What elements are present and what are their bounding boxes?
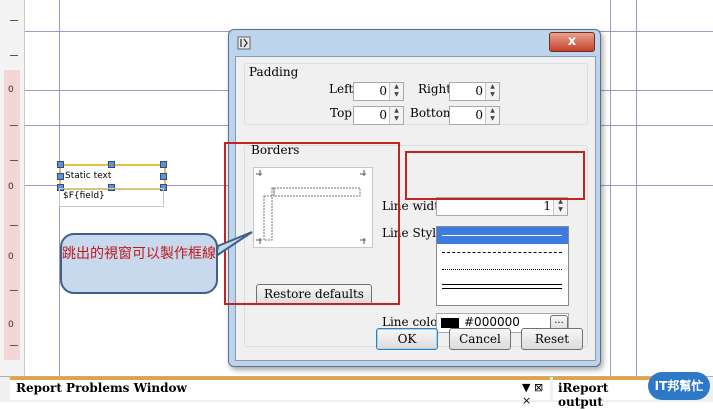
ruler-tick: [10, 20, 18, 21]
annotation-box-line-width: [405, 151, 585, 200]
ruler-tick: [10, 55, 18, 56]
annotation-box-borders: [224, 142, 400, 305]
field-element[interactable]: $F{field}: [59, 188, 164, 207]
resize-handle[interactable]: [160, 173, 167, 180]
padding-bottom-value: 0: [475, 108, 483, 122]
field-expression: $F{field}: [63, 191, 105, 201]
ireport-output-tab[interactable]: iReport output: [553, 377, 653, 409]
ok-button[interactable]: OK: [376, 328, 438, 350]
report-problems-title: Report Problems Window: [16, 381, 187, 395]
padding-left-label: Left: [329, 82, 354, 96]
padding-top-value: 0: [379, 108, 387, 122]
padding-right-label: Right: [418, 82, 452, 96]
spinner-arrows-icon[interactable]: ▲ ▼: [389, 107, 403, 124]
cancel-button[interactable]: Cancel: [449, 328, 511, 350]
reset-button[interactable]: Reset: [521, 328, 583, 350]
line-style-dashed[interactable]: [437, 244, 568, 261]
resize-handle[interactable]: [57, 161, 64, 168]
line-style-list[interactable]: [436, 226, 569, 306]
padding-top-spinner[interactable]: 0 ▲ ▼: [353, 106, 404, 125]
ruler-label: 0: [8, 182, 14, 192]
spinner-arrows-icon[interactable]: ▲ ▼: [485, 107, 499, 124]
line-style-solid[interactable]: [437, 227, 568, 244]
static-text-label: Static text: [65, 171, 112, 181]
color-swatch: [441, 318, 459, 328]
padding-bottom-label: Bottom: [410, 106, 455, 120]
ruler-tick: [10, 125, 18, 126]
panel-controls-icon[interactable]: ▼ ⊠ ×: [522, 381, 550, 407]
resize-handle[interactable]: [57, 173, 64, 180]
padding-top-label: Top: [330, 106, 352, 120]
line-color-label: Line color: [382, 315, 444, 329]
annotation-callout: 跳出的視窗可以製作框線: [60, 233, 218, 294]
spinner-arrows-icon[interactable]: ▲ ▼: [389, 83, 403, 100]
padding-right-value: 0: [475, 84, 483, 98]
grid-line: [610, 0, 611, 376]
close-button[interactable]: x: [549, 32, 595, 52]
line-style-dotted[interactable]: [437, 261, 568, 278]
padding-right-spinner[interactable]: 0 ▲ ▼: [449, 82, 500, 101]
padding-title: Padding: [249, 65, 299, 79]
ruler-label: 0: [8, 320, 14, 330]
spinner-arrows-icon[interactable]: ▲ ▼: [553, 198, 567, 215]
spinner-arrows-icon[interactable]: ▲ ▼: [485, 83, 499, 100]
ruler-label: 0: [8, 252, 14, 262]
padding-bottom-spinner[interactable]: 0 ▲ ▼: [449, 106, 500, 125]
itbang-watermark-logo: IT邦幫忙: [648, 372, 710, 400]
padding-left-value: 0: [379, 84, 387, 98]
ruler-tick: [10, 290, 18, 291]
ruler-highlight: [4, 70, 20, 360]
line-style-double[interactable]: [437, 278, 568, 295]
resize-handle[interactable]: [108, 161, 115, 168]
padding-left-spinner[interactable]: 0 ▲ ▼: [353, 82, 404, 101]
vertical-ruler: 0 0 0 0: [0, 0, 25, 376]
ruler-tick: [10, 345, 18, 346]
grid-line: [636, 0, 637, 376]
report-problems-tab[interactable]: Report Problems Window ▼ ⊠ ×: [10, 377, 550, 407]
ireport-output-title: iReport output: [558, 381, 609, 409]
ireport-app-icon: [237, 35, 251, 50]
ruler-tick: [10, 160, 18, 161]
ruler-tick: [10, 225, 18, 226]
resize-handle[interactable]: [160, 161, 167, 168]
line-color-value: #000000: [464, 315, 520, 329]
dialog-titlebar[interactable]: x: [229, 30, 600, 54]
line-width-value: 1: [543, 199, 551, 213]
ruler-label: 0: [8, 85, 14, 95]
